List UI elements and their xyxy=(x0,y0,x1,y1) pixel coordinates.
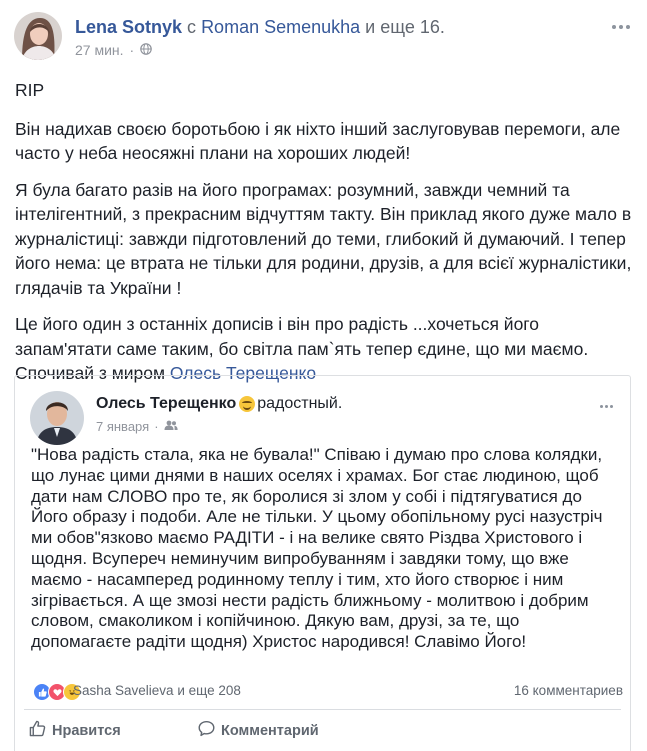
like-button[interactable]: Нравится xyxy=(29,720,121,741)
separator: · xyxy=(129,42,135,58)
with-word: с xyxy=(187,17,197,37)
friends-icon[interactable] xyxy=(164,419,178,434)
and-more-label: и еще 16. xyxy=(365,17,445,37)
reactors-label[interactable]: Sasha Savelieva и еще 208 xyxy=(73,683,241,698)
shared-author-name[interactable]: Олесь Терещенко xyxy=(96,395,236,413)
comment-label: Комментарий xyxy=(221,722,319,739)
thumbs-up-icon xyxy=(29,720,46,741)
reactions-bar: Sasha Savelieva и еще 208 16 комментарие… xyxy=(33,682,623,702)
author-avatar[interactable] xyxy=(14,12,62,60)
post-header: Lena Sotnyk с Roman Semenukha и еще 16. xyxy=(75,17,445,38)
globe-icon[interactable] xyxy=(140,42,153,58)
post-paragraph: Я була багато разів на його програмах: р… xyxy=(15,179,632,298)
shared-meta: 7 января · xyxy=(96,419,178,434)
author-name[interactable]: Lena Sotnyk xyxy=(75,17,182,37)
shared-text: "Нова радість стала, яка не бувала!" Спі… xyxy=(31,445,603,652)
shared-post: Олесь Терещенко радостный. 7 января · "Н… xyxy=(14,375,631,751)
shared-more-icon[interactable] xyxy=(596,400,616,412)
feed-post: Lena Sotnyk с Roman Semenukha и еще 16. … xyxy=(0,0,647,751)
post-meta: 27 мин. · xyxy=(75,42,153,58)
post-paragraph: Він надихав своєю боротьбою і як ніхто і… xyxy=(15,118,621,164)
tagged-person[interactable]: Roman Semenukha xyxy=(201,17,360,37)
shared-header: Олесь Терещенко радостный. xyxy=(96,395,342,413)
more-icon[interactable] xyxy=(609,20,633,34)
post-timestamp[interactable]: 27 мин. xyxy=(75,42,124,58)
shared-date[interactable]: 7 января xyxy=(96,419,149,434)
feeling-label: радостный. xyxy=(257,395,343,412)
post-body: RIP Він надихав своєю боротьбою і як ніх… xyxy=(15,78,635,398)
post-paragraph: RIP xyxy=(15,80,45,100)
separator: · xyxy=(154,419,159,434)
action-bar: Нравится Комментарий xyxy=(24,709,621,750)
comments-count[interactable]: 16 комментариев xyxy=(514,683,623,698)
comment-button[interactable]: Комментарий xyxy=(198,720,319,741)
reaction-icons[interactable] xyxy=(33,683,81,701)
feeling-emoji-icon xyxy=(239,396,256,412)
like-label: Нравится xyxy=(52,722,121,739)
shared-author-avatar[interactable] xyxy=(30,391,84,445)
comment-icon xyxy=(198,720,215,741)
